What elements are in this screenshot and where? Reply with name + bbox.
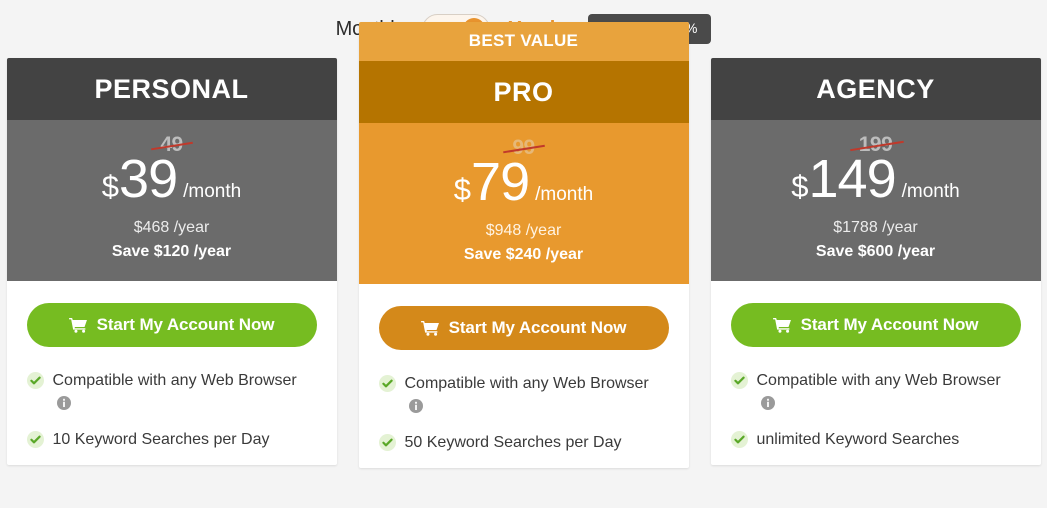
- feature-label: Compatible with any Web Browser: [52, 372, 297, 389]
- current-price: $39/month: [7, 152, 337, 206]
- info-icon[interactable]: [760, 396, 775, 411]
- price-amount: 79: [471, 152, 530, 212]
- start-account-button[interactable]: Start My Account Now: [730, 303, 1021, 347]
- cart-icon: [772, 317, 791, 333]
- price-amount: 39: [119, 149, 178, 209]
- price-period: /month: [901, 181, 960, 202]
- feature-text-wrap: unlimited Keyword Searches: [757, 428, 964, 451]
- feature-text-wrap: Compatible with any Web Browser: [53, 369, 317, 415]
- feature-list: Compatible with any Web Browser unlimited…: [730, 369, 1021, 452]
- yearly-price: $468 /year: [133, 219, 210, 236]
- plan-name: AGENCY: [710, 58, 1041, 120]
- check-circle-icon: [26, 431, 44, 449]
- price-currency: $: [101, 169, 120, 204]
- current-price: $79/month: [359, 155, 689, 209]
- price-period: /month: [535, 184, 594, 205]
- current-price: $149/month: [711, 152, 1041, 206]
- price-currency: $: [791, 169, 809, 204]
- feature-text-wrap: 10 Keyword Searches per Day: [53, 428, 274, 451]
- old-price-wrap: 49: [151, 134, 194, 156]
- check-circle-icon: [378, 434, 396, 452]
- feature-label: 50 Keyword Searches per Day: [404, 434, 622, 452]
- price-box: 49 $39/month $468 /year Save $120 /year: [6, 120, 337, 281]
- price-period: /month: [183, 181, 242, 202]
- feature-item: Compatible with any Web Browser: [26, 369, 317, 415]
- feature-list: Compatible with any Web Browser 10 Keywor…: [26, 369, 317, 452]
- feature-text-wrap: Compatible with any Web Browser: [757, 369, 1021, 415]
- plan-card-body: Start My Account Now Compatible with any …: [7, 281, 337, 452]
- cart-icon: [420, 320, 439, 336]
- plan-card-body: Start My Account Now Compatible with any …: [359, 284, 689, 455]
- price-amount: 149: [808, 149, 897, 209]
- yearly-price: $1788 /year: [833, 219, 918, 236]
- plan-card-personal: PERSONAL 49 $39/month $468 /year Save $120 /…: [6, 58, 337, 465]
- price-currency: $: [453, 172, 472, 207]
- yearly-price: $948 /year: [485, 222, 562, 239]
- best-value-banner: BEST VALUE: [358, 22, 689, 61]
- plan-card-body: Start My Account Now Compatible with any …: [711, 281, 1041, 452]
- feature-text-wrap: Compatible with any Web Browser: [405, 372, 669, 418]
- start-account-label: Start My Account Now: [96, 315, 275, 334]
- yearly-savings: Save $240 /year: [463, 246, 584, 263]
- feature-item: Compatible with any Web Browser: [730, 369, 1021, 415]
- yearly-savings: Save $120 /year: [111, 243, 232, 260]
- check-circle-icon: [378, 375, 396, 392]
- start-account-button[interactable]: Start My Account Now: [378, 306, 669, 350]
- feature-item: 50 Keyword Searches per Day: [378, 431, 669, 454]
- check-circle-icon: [730, 431, 748, 449]
- yearly-savings: Save $600 /year: [815, 243, 936, 260]
- start-account-button[interactable]: Start My Account Now: [26, 303, 317, 347]
- old-price-wrap: 99: [503, 137, 546, 159]
- check-circle-icon: [730, 372, 748, 389]
- feature-label: 10 Keyword Searches per Day: [52, 431, 270, 449]
- start-account-label: Start My Account Now: [800, 315, 979, 334]
- feature-text-wrap: 50 Keyword Searches per Day: [405, 431, 626, 454]
- feature-item: unlimited Keyword Searches: [730, 428, 1021, 451]
- start-account-label: Start My Account Now: [448, 318, 627, 337]
- old-price-wrap: 199: [849, 134, 904, 156]
- plan-card-pro: BEST VALUE PRO 99 $79/month $948 /year Save $…: [358, 22, 689, 468]
- feature-label: unlimited Keyword Searches: [756, 431, 960, 449]
- plan-card-agency: AGENCY199$149/month$1788 /yearSave $600 …: [710, 58, 1041, 465]
- price-box: 199$149/month$1788 /yearSave $600 /year: [710, 120, 1041, 281]
- feature-label: Compatible with any Web Browser: [756, 372, 1001, 389]
- feature-list: Compatible with any Web Browser 50 Keywor…: [378, 372, 669, 455]
- cart-icon: [68, 317, 87, 333]
- price-box: 99 $79/month $948 /year Save $240 /year: [358, 123, 689, 284]
- feature-item: Compatible with any Web Browser: [378, 372, 669, 418]
- info-icon[interactable]: [408, 399, 423, 414]
- pricing-plans: PERSONAL 49 $39/month $468 /year Save $120 /…: [0, 22, 1047, 468]
- feature-item: 10 Keyword Searches per Day: [26, 428, 317, 451]
- plan-name: PERSONAL: [6, 58, 337, 120]
- feature-label: Compatible with any Web Browser: [404, 375, 649, 392]
- info-icon[interactable]: [56, 396, 71, 411]
- check-circle-icon: [26, 372, 44, 389]
- plan-name: PRO: [358, 61, 689, 123]
